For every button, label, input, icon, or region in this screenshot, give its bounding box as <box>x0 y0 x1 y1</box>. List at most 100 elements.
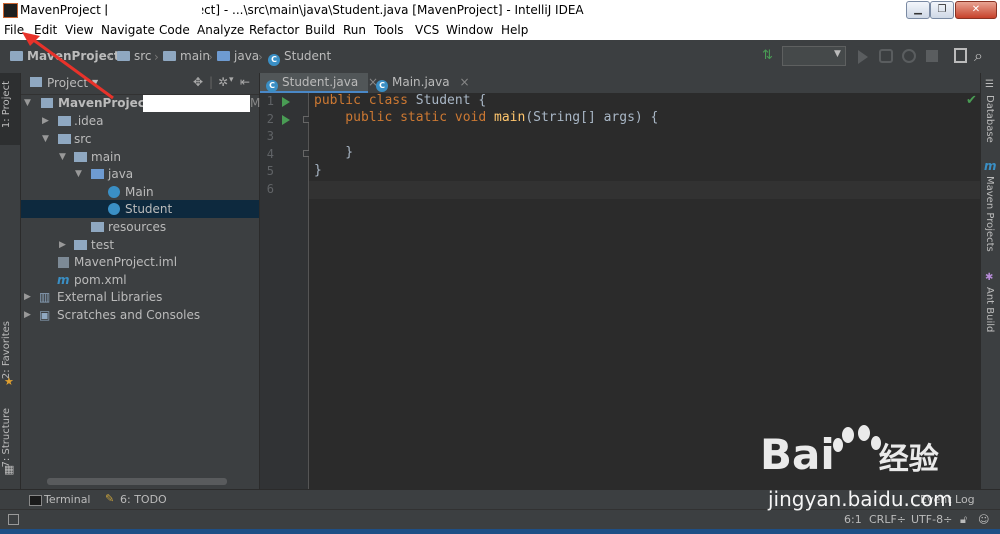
tree-item-iml[interactable]: MavenProject.iml <box>21 253 259 271</box>
folder-icon <box>74 152 87 162</box>
project-tool-window: Project ▼ ✥ | ✲ ▾ ⇤ ▼ MavenProject M ▶ .… <box>21 73 260 489</box>
window-title: MavenProject [D:\ \MavenProject] - ...\s… <box>20 3 584 17</box>
close-button[interactable]: ✕ <box>955 1 997 19</box>
maximize-button[interactable]: ❐ <box>930 1 954 19</box>
menu-window[interactable]: Window <box>446 23 493 37</box>
watermark-url: jingyan.baidu.com <box>768 487 953 511</box>
breadcrumb-student[interactable]: C Student <box>268 49 331 66</box>
os-taskbar <box>0 529 1000 534</box>
line-separator[interactable]: CRLF÷ <box>869 513 906 526</box>
menu-code[interactable]: Code <box>159 23 190 37</box>
chevron-down-icon: ▼ <box>75 169 82 179</box>
chevron-down-icon[interactable]: ▾ <box>229 75 234 85</box>
scroll-from-source-icon[interactable]: ✥ <box>193 75 203 89</box>
coverage-icon[interactable] <box>902 49 916 63</box>
build-icon[interactable]: ⇅ <box>762 48 773 63</box>
tool-tab-structure[interactable]: 7: Structure <box>1 408 12 467</box>
menu-build[interactable]: Build <box>305 23 335 37</box>
editor-gutter: 1 2 3 4 5 6 <box>260 93 310 489</box>
java-class-icon <box>108 203 120 215</box>
breadcrumb-src[interactable]: src <box>117 49 152 63</box>
chevron-down-icon: ▼ <box>42 134 49 144</box>
line-number: 3 <box>266 129 274 143</box>
line-number: 6 <box>266 182 274 196</box>
breadcrumb-java[interactable]: java <box>217 49 259 63</box>
ant-icon: ✱ <box>985 272 994 283</box>
file-encoding[interactable]: UTF-8÷ <box>911 513 952 526</box>
left-tool-strip: 1: Project 2: Favorites ★ 7: Structure ▦ <box>0 73 21 489</box>
run-main-icon[interactable] <box>282 115 290 125</box>
run-icon[interactable] <box>858 50 868 64</box>
star-icon: ★ <box>4 375 14 388</box>
stop-icon[interactable] <box>926 50 938 62</box>
tree-item-java[interactable]: ▼ java <box>21 165 259 183</box>
chevron-right-icon: ▶ <box>42 116 49 126</box>
tool-tab-project[interactable]: 1: Project <box>1 81 12 128</box>
tool-tab-terminal[interactable]: Terminal <box>44 493 91 506</box>
tool-tab-favorites[interactable]: 2: Favorites <box>1 321 12 379</box>
folder-icon <box>74 240 87 250</box>
breadcrumb-separator: › <box>154 50 159 64</box>
hector-icon[interactable]: ☺ <box>978 513 989 526</box>
search-icon[interactable]: ⌕ <box>974 46 983 66</box>
run-class-icon[interactable] <box>282 97 290 107</box>
redacted-path <box>143 95 250 112</box>
project-structure-icon[interactable] <box>954 48 967 63</box>
editor-tabs: C Student.java × C Main.java × <box>260 73 980 94</box>
close-icon[interactable]: × <box>459 75 469 89</box>
database-icon: ☰ <box>985 79 994 90</box>
intellij-app-icon <box>3 3 18 18</box>
menu-analyze[interactable]: Analyze <box>197 23 244 37</box>
folder-icon <box>117 51 130 61</box>
tool-tab-todo[interactable]: 6: TODO <box>120 493 167 506</box>
tree-item-test[interactable]: ▶ test <box>21 236 259 254</box>
tool-tab-database[interactable]: Database <box>984 95 995 143</box>
tool-tab-ant-build[interactable]: Ant Build <box>984 287 995 332</box>
menu-tools[interactable]: Tools <box>374 23 404 37</box>
breadcrumb-separator: › <box>258 50 263 64</box>
tool-tab-maven[interactable]: Maven Projects <box>984 176 995 252</box>
tree-item-external-libraries[interactable]: ▶ ▥ External Libraries <box>21 288 259 306</box>
tree-item-scratches[interactable]: ▶ ▣ Scratches and Consoles <box>21 306 259 324</box>
java-class-icon: C <box>266 80 278 92</box>
tree-item-src[interactable]: ▼ src <box>21 130 259 148</box>
tab-main-java[interactable]: C Main.java × <box>370 73 470 93</box>
hide-panel-icon[interactable]: ⇤ <box>240 75 250 89</box>
tree-item-main[interactable]: ▼ main <box>21 148 259 166</box>
gear-icon[interactable]: ✲ <box>218 75 228 89</box>
breadcrumb-separator: › <box>208 50 213 64</box>
run-configuration-select[interactable]: ▼ <box>782 46 846 66</box>
horizontal-scrollbar[interactable] <box>47 478 227 485</box>
tree-item-resources[interactable]: resources <box>21 218 259 236</box>
scratches-icon: ▣ <box>39 308 51 322</box>
java-class-icon <box>108 186 120 198</box>
menu-run[interactable]: Run <box>343 23 366 37</box>
chevron-right-icon: ▶ <box>59 240 66 250</box>
current-line-highlight <box>309 181 980 199</box>
debug-icon[interactable] <box>879 49 893 63</box>
caret-position[interactable]: 6:1 <box>844 513 862 526</box>
lock-icon[interactable]: 🔓︎ <box>960 513 967 527</box>
tree-item-idea[interactable]: ▶ .idea <box>21 112 259 130</box>
status-bar: 6:1 CRLF÷ UTF-8÷ 🔓︎ ☺ <box>0 509 1000 530</box>
menu-vcs[interactable]: VCS <box>415 23 439 37</box>
menu-help[interactable]: Help <box>501 23 528 37</box>
tree-item-pom[interactable]: m pom.xml <box>21 271 259 289</box>
breadcrumb-main[interactable]: main <box>163 49 210 63</box>
window-title-bar: MavenProject [D:\ \MavenProject] - ...\s… <box>0 0 1000 20</box>
tab-student-java[interactable]: C Student.java × <box>260 73 378 93</box>
java-class-icon: C <box>268 54 280 66</box>
tree-item-main-class[interactable]: Main <box>21 183 259 201</box>
tool-windows-toggle-icon[interactable] <box>8 514 19 525</box>
source-folder-icon <box>217 51 230 61</box>
chevron-down-icon: ▼ <box>59 152 66 162</box>
separator: | <box>209 75 214 89</box>
menu-refactor[interactable]: Refactor <box>249 23 299 37</box>
tree-item-student-class[interactable]: Student <box>21 200 259 218</box>
chevron-right-icon: ▶ <box>24 310 31 320</box>
redacted-path <box>107 2 202 18</box>
no-errors-check-icon: ✔ <box>966 93 977 108</box>
minimize-button[interactable]: ▁ <box>906 1 930 19</box>
folder-icon <box>163 51 176 61</box>
annotation-arrow-icon <box>22 32 114 100</box>
